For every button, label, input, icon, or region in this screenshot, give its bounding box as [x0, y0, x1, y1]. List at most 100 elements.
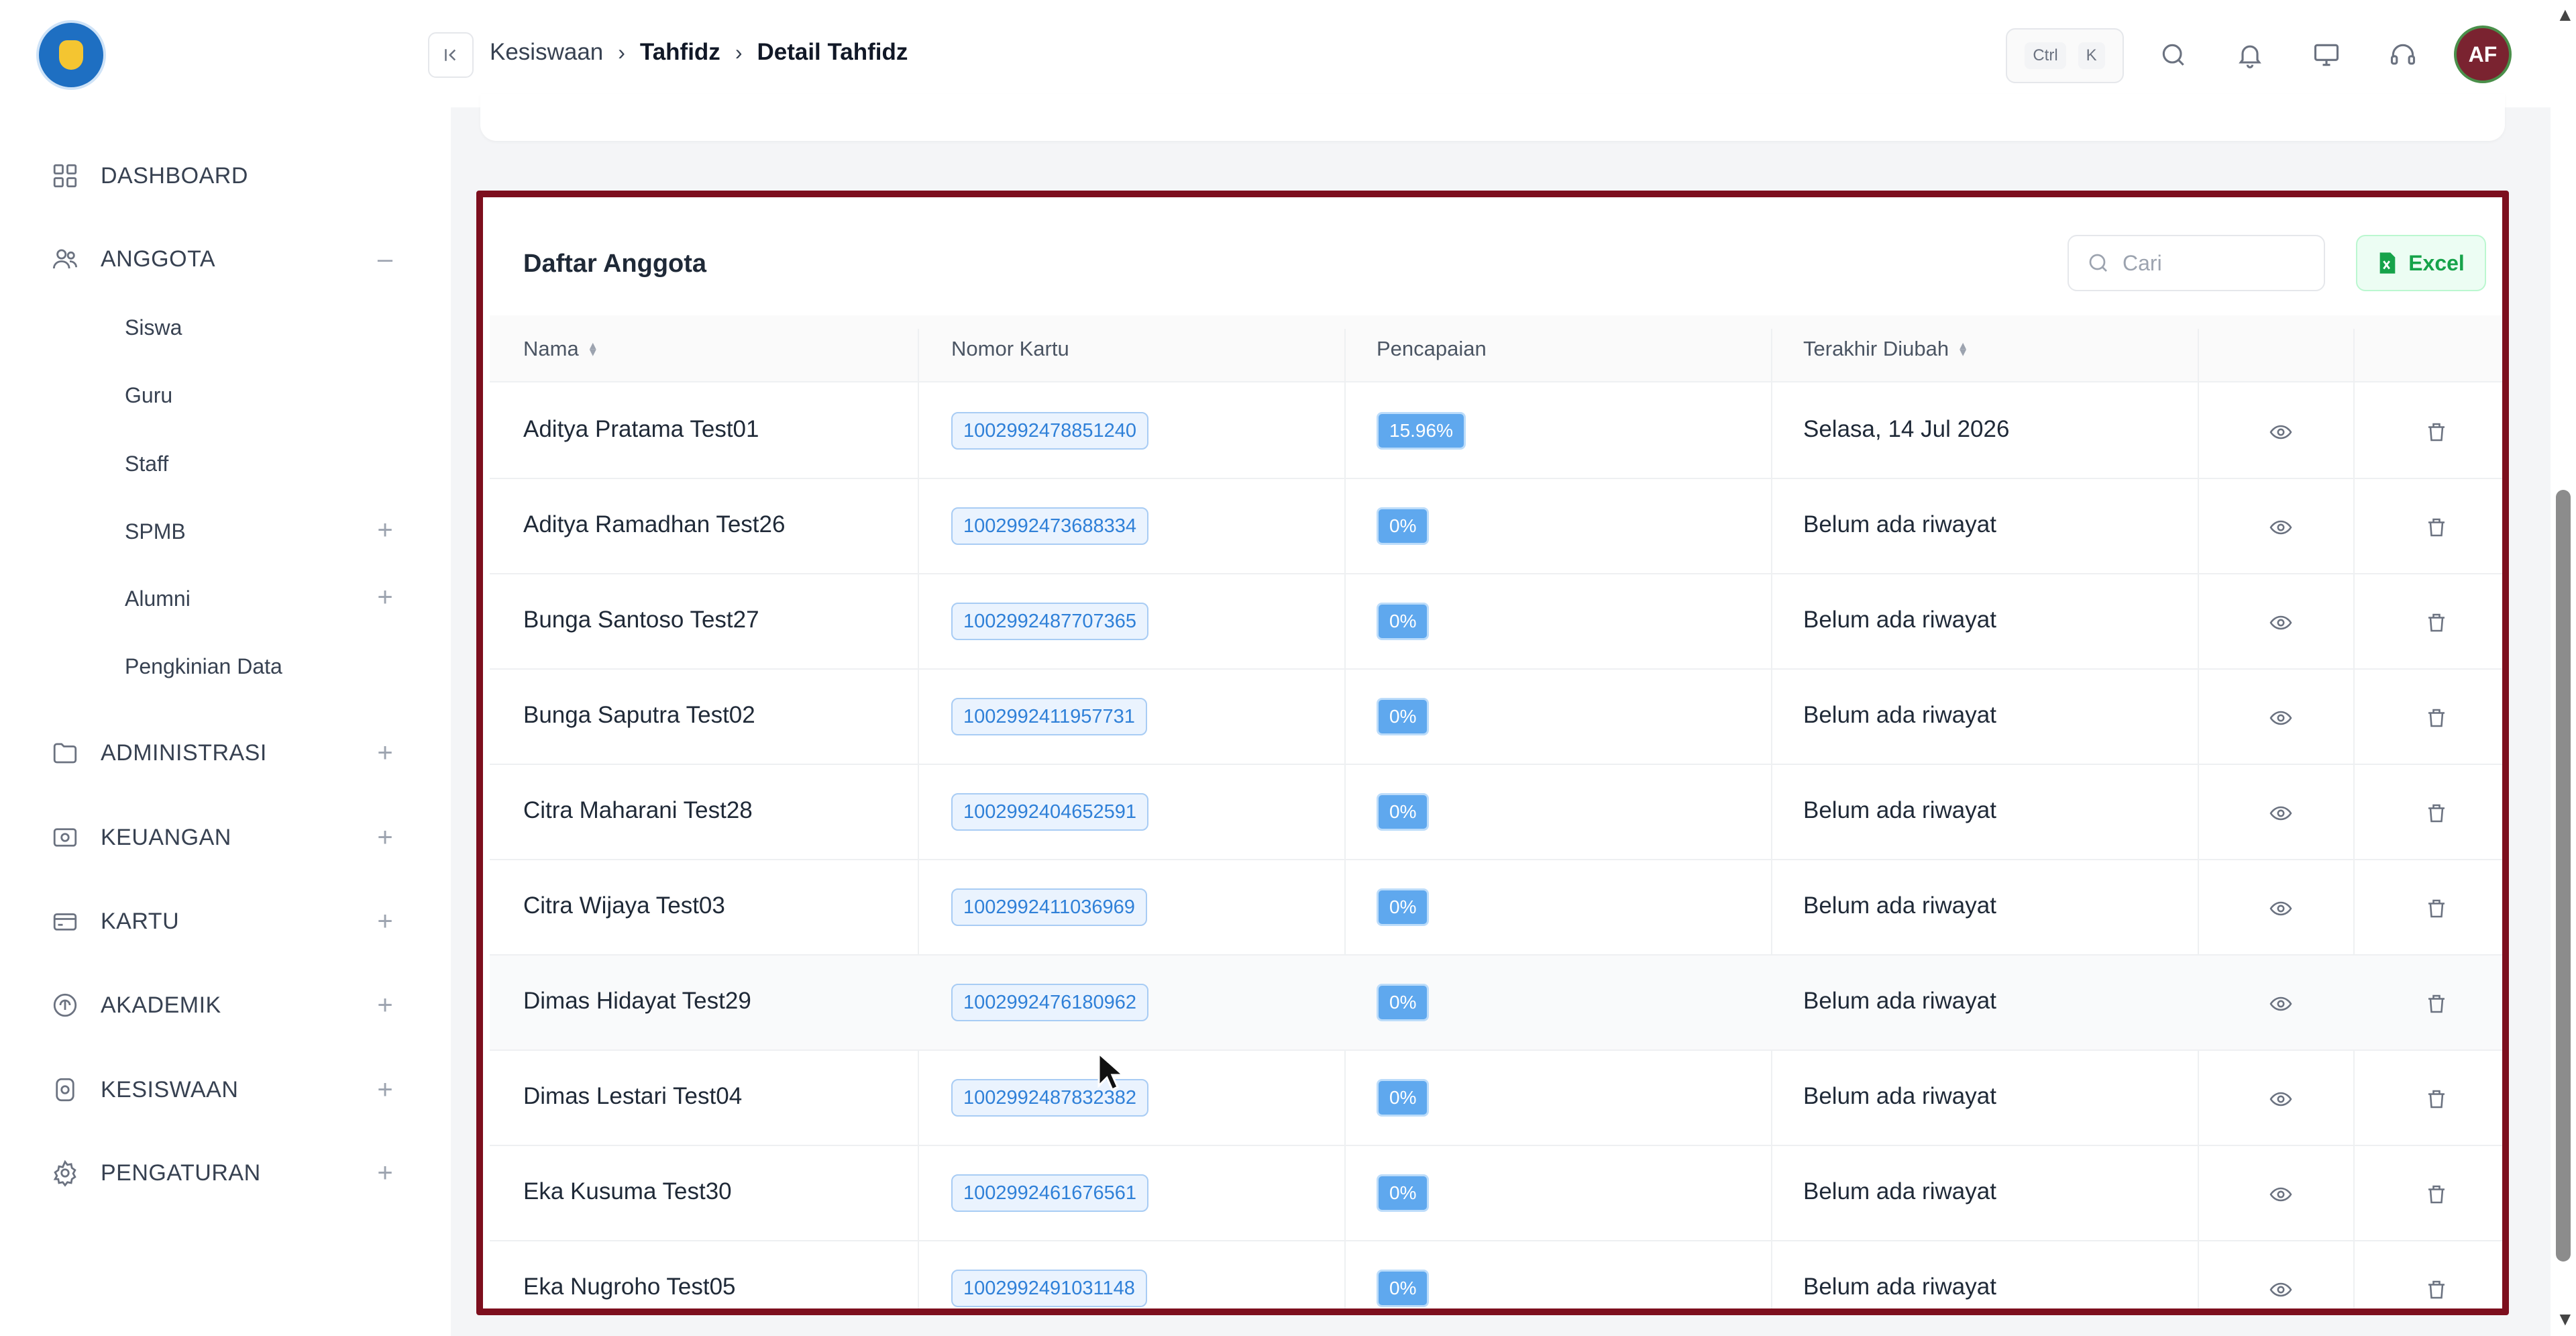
expand-toggle[interactable]: +	[372, 515, 398, 546]
view-eye-icon[interactable]	[2263, 891, 2298, 926]
sidebar-subitem-pengkinian-data[interactable]: Pengkinian Data	[125, 648, 398, 685]
member-name: Eka Nugroho Test05	[523, 1274, 736, 1300]
sidebar-item-label: AKADEMIK	[101, 992, 221, 1018]
achievement-badge: 0%	[1377, 793, 1430, 831]
view-eye-icon[interactable]	[2263, 605, 2298, 640]
sort-icon[interactable]: ▴ ▾	[1960, 339, 1966, 359]
grid-icon	[50, 160, 80, 191]
achievement-badge: 0%	[1377, 507, 1430, 545]
sidebar-item-kartu[interactable]: KARTU +	[50, 901, 398, 941]
expand-toggle[interactable]: +	[372, 990, 398, 1021]
column-header-nomor-kartu: Nomor Kartu	[951, 315, 1069, 382]
expand-toggle[interactable]: +	[372, 907, 398, 937]
view-eye-icon[interactable]	[2263, 796, 2298, 831]
delete-trash-icon[interactable]	[2419, 1177, 2454, 1212]
member-name: Citra Wijaya Test03	[523, 892, 725, 919]
expand-toggle[interactable]: +	[372, 582, 398, 613]
member-name: Aditya Pratama Test01	[523, 416, 759, 442]
table-row: Bunga Santoso Test27 1002992487707365 0% Be…	[490, 574, 2502, 670]
school-logo[interactable]	[36, 20, 106, 90]
member-name: Eka Kusuma Test30	[523, 1178, 732, 1204]
achievement-badge: 0%	[1377, 698, 1430, 735]
achievement-badge: 0%	[1377, 1270, 1430, 1307]
view-eye-icon[interactable]	[2263, 415, 2298, 450]
delete-trash-icon[interactable]	[2419, 1272, 2454, 1307]
kbd-ctrl: Ctrl	[2025, 42, 2066, 69]
delete-trash-icon[interactable]	[2419, 1082, 2454, 1117]
excel-export-button[interactable]: Excel	[2356, 235, 2486, 291]
last-updated: Belum ada riwayat	[1803, 607, 1996, 633]
sidebar-item-administrasi[interactable]: ADMINISTRASI +	[50, 733, 398, 773]
column-label: Nomor Kartu	[951, 337, 1069, 360]
expand-toggle[interactable]: +	[372, 738, 398, 768]
view-eye-icon[interactable]	[2263, 701, 2298, 735]
sidebar-subitem-guru[interactable]: Guru	[125, 376, 398, 414]
monitor-icon[interactable]	[2306, 35, 2347, 75]
sidebar-item-anggota[interactable]: ANGGOTA –	[50, 239, 398, 279]
sort-icon[interactable]: ▴ ▾	[590, 339, 596, 359]
scrollbar-thumb[interactable]	[2556, 490, 2571, 1262]
sidebar-subitem-label: SPMB	[125, 519, 186, 544]
gear-icon	[50, 1158, 80, 1188]
members-card: Daftar Anggota Cari Excel Nama ▴ ▾ Nomor …	[476, 191, 2509, 1315]
search-icon[interactable]	[2153, 35, 2194, 75]
collapse-sidebar-button[interactable]	[428, 32, 474, 78]
table-header: Nama ▴ ▾ Nomor Kartu Pencapaian Terakhir …	[490, 315, 2502, 382]
avatar[interactable]: AF	[2454, 25, 2512, 83]
sidebar-item-dashboard[interactable]: DASHBOARD	[50, 156, 398, 196]
search-input[interactable]: Cari	[2068, 235, 2325, 291]
folder-icon	[50, 737, 80, 768]
member-name: Bunga Saputra Test02	[523, 702, 755, 728]
sidebar-item-keuangan[interactable]: KEUANGAN +	[50, 817, 398, 858]
table-row: Citra Wijaya Test03 1002992411036969 0% Bel…	[490, 860, 2502, 956]
sidebar-item-label: ANGGOTA	[101, 246, 215, 272]
bell-icon[interactable]	[2230, 35, 2270, 75]
sidebar-subitem-alumni[interactable]: Alumni +	[125, 580, 398, 617]
breadcrumb-kesiswaan[interactable]: Kesiswaan	[490, 39, 603, 66]
delete-trash-icon[interactable]	[2419, 415, 2454, 450]
delete-trash-icon[interactable]	[2419, 796, 2454, 831]
view-eye-icon[interactable]	[2263, 1082, 2298, 1117]
view-eye-icon[interactable]	[2263, 510, 2298, 545]
collapse-toggle[interactable]: –	[372, 244, 398, 274]
academic-icon	[50, 990, 80, 1021]
delete-trash-icon[interactable]	[2419, 605, 2454, 640]
sidebar-item-label: KARTU	[101, 908, 180, 934]
column-header-pencapaian: Pencapaian	[1377, 315, 1487, 382]
sidebar-item-akademik[interactable]: AKADEMIK +	[50, 985, 398, 1025]
delete-trash-icon[interactable]	[2419, 510, 2454, 545]
sidebar-item-kesiswaan[interactable]: KESISWAAN +	[50, 1070, 398, 1110]
column-label: Nama	[523, 337, 579, 360]
table-row: Citra Maharani Test28 1002992404652591 0% B…	[490, 765, 2502, 860]
scroll-down-arrow-icon[interactable]: ▼	[2556, 1308, 2575, 1330]
expand-toggle[interactable]: +	[372, 1158, 398, 1188]
scroll-up-arrow-icon[interactable]: ▲	[2556, 4, 2575, 25]
sidebar-subitem-staff[interactable]: Staff	[125, 445, 398, 482]
wallet-icon	[50, 822, 80, 853]
column-header-nama[interactable]: Nama ▴ ▾	[523, 315, 596, 382]
card-number-badge: 1002992478851240	[951, 412, 1149, 450]
sidebar-subitem-siswa[interactable]: Siswa	[125, 309, 398, 346]
delete-trash-icon[interactable]	[2419, 891, 2454, 926]
breadcrumb-tahfidz[interactable]: Tahfidz	[640, 39, 720, 66]
column-header-terakhir-diubah[interactable]: Terakhir Diubah ▴ ▾	[1803, 315, 1966, 382]
achievement-badge: 0%	[1377, 603, 1430, 640]
last-updated: Selasa, 14 Jul 2026	[1803, 416, 2010, 442]
delete-trash-icon[interactable]	[2419, 701, 2454, 735]
sidebar-subitem-spmb[interactable]: SPMB +	[125, 513, 398, 550]
view-eye-icon[interactable]	[2263, 1272, 2298, 1307]
card-number-badge: 1002992411036969	[951, 888, 1147, 926]
support-icon[interactable]	[2383, 35, 2423, 75]
sidebar-item-pengaturan[interactable]: PENGATURAN +	[50, 1153, 398, 1193]
view-eye-icon[interactable]	[2263, 1177, 2298, 1212]
table-row: Dimas Hidayat Test29 1002992476180962 0% Be…	[490, 956, 2502, 1051]
sidebar-item-label: PENGATURAN	[101, 1160, 261, 1186]
delete-trash-icon[interactable]	[2419, 986, 2454, 1021]
search-placeholder: Cari	[2123, 250, 2162, 275]
member-name: Aditya Ramadhan Test26	[523, 511, 786, 537]
command-shortcut[interactable]: Ctrl K	[2006, 28, 2124, 83]
view-eye-icon[interactable]	[2263, 986, 2298, 1021]
achievement-badge: 0%	[1377, 1174, 1430, 1212]
expand-toggle[interactable]: +	[372, 1075, 398, 1105]
expand-toggle[interactable]: +	[372, 823, 398, 853]
